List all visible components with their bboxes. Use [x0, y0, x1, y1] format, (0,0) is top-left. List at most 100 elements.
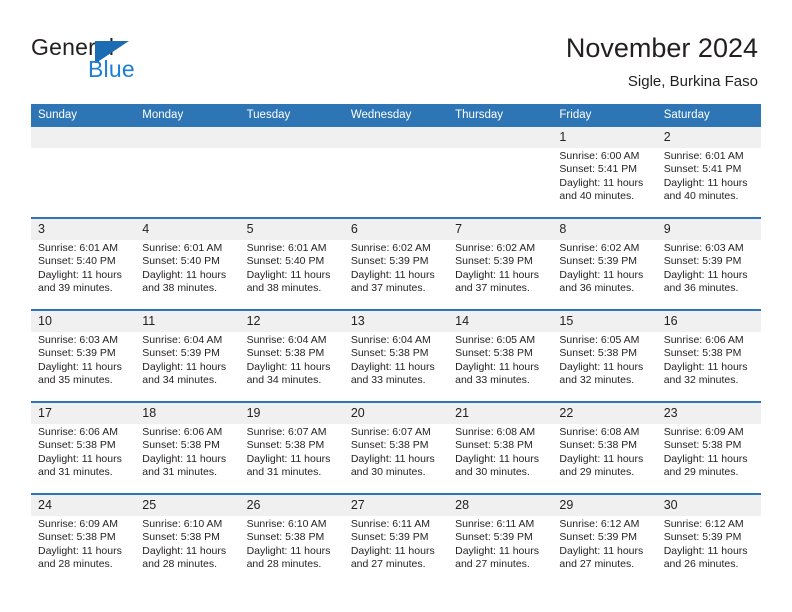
day-cell[interactable]: Sunrise: 6:02 AM Sunset: 5:39 PM Dayligh…	[552, 240, 657, 310]
day-number[interactable]: 23	[656, 401, 761, 424]
day-number[interactable]: 18	[135, 401, 240, 424]
day-number[interactable]: 9	[656, 217, 761, 240]
day-cell[interactable]: Sunrise: 6:06 AM Sunset: 5:38 PM Dayligh…	[656, 332, 761, 402]
calendar-table: Sunday Monday Tuesday Wednesday Thursday…	[31, 104, 761, 585]
sunset-text: Sunset: 5:39 PM	[559, 531, 638, 544]
day-cell[interactable]: Sunrise: 6:05 AM Sunset: 5:38 PM Dayligh…	[552, 332, 657, 402]
day-cell[interactable]: Sunrise: 6:00 AM Sunset: 5:41 PM Dayligh…	[552, 148, 657, 218]
day-cell[interactable]: Sunrise: 6:01 AM Sunset: 5:40 PM Dayligh…	[239, 240, 344, 310]
generalblue-logo[interactable]: General Blue	[31, 34, 211, 86]
day-cell[interactable]: Sunrise: 6:10 AM Sunset: 5:38 PM Dayligh…	[135, 516, 240, 585]
day-cell[interactable]: Sunrise: 6:02 AM Sunset: 5:39 PM Dayligh…	[448, 240, 553, 310]
logo-text-blue: Blue	[88, 56, 135, 82]
day-cell[interactable]: Sunrise: 6:02 AM Sunset: 5:39 PM Dayligh…	[343, 240, 449, 310]
page-header: General Blue November 2024 Sigle, Burkin…	[0, 0, 792, 96]
day-cell[interactable]: Sunrise: 6:12 AM Sunset: 5:39 PM Dayligh…	[656, 516, 761, 585]
day-number[interactable]: 20	[343, 401, 449, 424]
sunrise-text: Sunrise: 6:02 AM	[559, 242, 640, 254]
daylight-text-line2: and 28 minutes.	[38, 558, 113, 571]
daylight-text-line2: and 31 minutes.	[38, 466, 113, 479]
day-number[interactable]: 29	[552, 493, 657, 516]
day-number[interactable]: 8	[552, 217, 657, 240]
day-number[interactable]: 17	[31, 401, 136, 424]
day-number[interactable]: 27	[343, 493, 449, 516]
daylight-text-line2: and 36 minutes.	[559, 282, 635, 295]
sunrise-text: Sunrise: 6:12 AM	[559, 518, 640, 530]
day-cell[interactable]: Sunrise: 6:04 AM Sunset: 5:38 PM Dayligh…	[343, 332, 449, 402]
sunrise-text: Sunrise: 6:10 AM	[246, 518, 327, 530]
day-cell[interactable]: Sunrise: 6:12 AM Sunset: 5:39 PM Dayligh…	[552, 516, 657, 585]
day-cell[interactable]: Sunrise: 6:07 AM Sunset: 5:38 PM Dayligh…	[343, 424, 449, 494]
day-cell[interactable]: Sunrise: 6:08 AM Sunset: 5:38 PM Dayligh…	[448, 424, 553, 494]
day-number[interactable]: 25	[135, 493, 240, 516]
weekday-header-tuesday: Tuesday	[239, 104, 344, 127]
day-number[interactable]: 11	[135, 309, 240, 332]
day-cell[interactable]: Sunrise: 6:06 AM Sunset: 5:38 PM Dayligh…	[31, 424, 136, 494]
day-number[interactable]: 22	[552, 401, 657, 424]
daylight-text-line1: Daylight: 11 hours	[38, 544, 122, 557]
day-number[interactable]: 15	[552, 309, 657, 332]
daylight-text-line2: and 38 minutes.	[246, 282, 322, 295]
sunrise-text: Sunrise: 6:11 AM	[350, 518, 431, 530]
day-number[interactable]: 13	[343, 309, 449, 332]
day-cell[interactable]: Sunrise: 6:07 AM Sunset: 5:38 PM Dayligh…	[239, 424, 344, 494]
sunrise-text: Sunrise: 6:07 AM	[246, 426, 327, 438]
daylight-text-line1: Daylight: 11 hours	[246, 268, 331, 281]
week-row-details: Sunrise: 6:09 AM Sunset: 5:38 PM Dayligh…	[31, 516, 761, 585]
weekday-header-row: Sunday Monday Tuesday Wednesday Thursday…	[31, 104, 761, 127]
day-cell[interactable]: Sunrise: 6:04 AM Sunset: 5:39 PM Dayligh…	[135, 332, 240, 402]
day-number[interactable]: 5	[239, 217, 344, 240]
day-number[interactable]: 30	[656, 493, 761, 516]
daylight-text-line2: and 39 minutes.	[38, 282, 113, 295]
sunset-text: Sunset: 5:39 PM	[38, 347, 116, 360]
daylight-text-line1: Daylight: 11 hours	[559, 268, 644, 281]
sunrise-text: Sunrise: 6:11 AM	[455, 518, 535, 530]
daylight-text-line1: Daylight: 11 hours	[142, 544, 227, 557]
day-number[interactable]: 3	[31, 217, 136, 240]
daylight-text-line1: Daylight: 11 hours	[455, 452, 539, 465]
day-number[interactable]: 21	[448, 401, 553, 424]
day-cell[interactable]: Sunrise: 6:08 AM Sunset: 5:38 PM Dayligh…	[552, 424, 657, 494]
daylight-text-line2: and 27 minutes.	[559, 558, 635, 571]
day-cell[interactable]: Sunrise: 6:09 AM Sunset: 5:38 PM Dayligh…	[656, 424, 761, 494]
sunrise-text: Sunrise: 6:01 AM	[246, 242, 327, 254]
daylight-text-line1: Daylight: 11 hours	[38, 452, 122, 465]
day-cell[interactable]: Sunrise: 6:03 AM Sunset: 5:39 PM Dayligh…	[31, 332, 136, 402]
day-cell[interactable]: Sunrise: 6:03 AM Sunset: 5:39 PM Dayligh…	[656, 240, 761, 310]
day-cell[interactable]: Sunrise: 6:09 AM Sunset: 5:38 PM Dayligh…	[31, 516, 136, 585]
sunset-text: Sunset: 5:38 PM	[663, 439, 742, 452]
day-number[interactable]: 28	[448, 493, 553, 516]
daylight-text-line2: and 30 minutes.	[455, 466, 530, 479]
day-cell[interactable]: Sunrise: 6:04 AM Sunset: 5:38 PM Dayligh…	[239, 332, 344, 402]
day-number[interactable]: 24	[31, 493, 136, 516]
sunset-text: Sunset: 5:39 PM	[663, 255, 742, 268]
week-row-daynums: 1 2	[31, 127, 761, 148]
day-cell[interactable]: Sunrise: 6:01 AM Sunset: 5:41 PM Dayligh…	[656, 148, 761, 218]
day-cell[interactable]: Sunrise: 6:06 AM Sunset: 5:38 PM Dayligh…	[135, 424, 240, 494]
day-cell[interactable]: Sunrise: 6:01 AM Sunset: 5:40 PM Dayligh…	[31, 240, 136, 310]
location-subtitle: Sigle, Burkina Faso	[627, 73, 758, 90]
day-number[interactable]: 14	[448, 309, 553, 332]
sunset-text: Sunset: 5:38 PM	[350, 439, 429, 452]
sunrise-text: Sunrise: 6:04 AM	[350, 334, 431, 346]
day-cell[interactable]: Sunrise: 6:10 AM Sunset: 5:38 PM Dayligh…	[239, 516, 344, 585]
day-number[interactable]: 6	[343, 217, 449, 240]
day-number[interactable]: 16	[656, 309, 761, 332]
day-number[interactable]: 19	[239, 401, 344, 424]
day-number[interactable]: 10	[31, 309, 136, 332]
day-cell[interactable]: Sunrise: 6:01 AM Sunset: 5:40 PM Dayligh…	[135, 240, 240, 310]
day-number[interactable]: 1	[552, 127, 657, 148]
day-number[interactable]: 7	[448, 217, 553, 240]
day-cell[interactable]: Sunrise: 6:11 AM Sunset: 5:39 PM Dayligh…	[343, 516, 449, 585]
day-cell[interactable]: Sunrise: 6:11 AM Sunset: 5:39 PM Dayligh…	[448, 516, 553, 585]
day-number[interactable]: 2	[656, 127, 761, 148]
sunset-text: Sunset: 5:39 PM	[142, 347, 220, 360]
day-number[interactable]: 4	[135, 217, 240, 240]
day-cell[interactable]: Sunrise: 6:05 AM Sunset: 5:38 PM Dayligh…	[448, 332, 553, 402]
day-number[interactable]: 26	[239, 493, 344, 516]
sunrise-text: Sunrise: 6:01 AM	[38, 242, 118, 254]
daylight-text-line2: and 33 minutes.	[350, 374, 426, 387]
sunset-text: Sunset: 5:38 PM	[246, 531, 325, 544]
day-number-empty	[135, 127, 240, 148]
day-number[interactable]: 12	[239, 309, 344, 332]
